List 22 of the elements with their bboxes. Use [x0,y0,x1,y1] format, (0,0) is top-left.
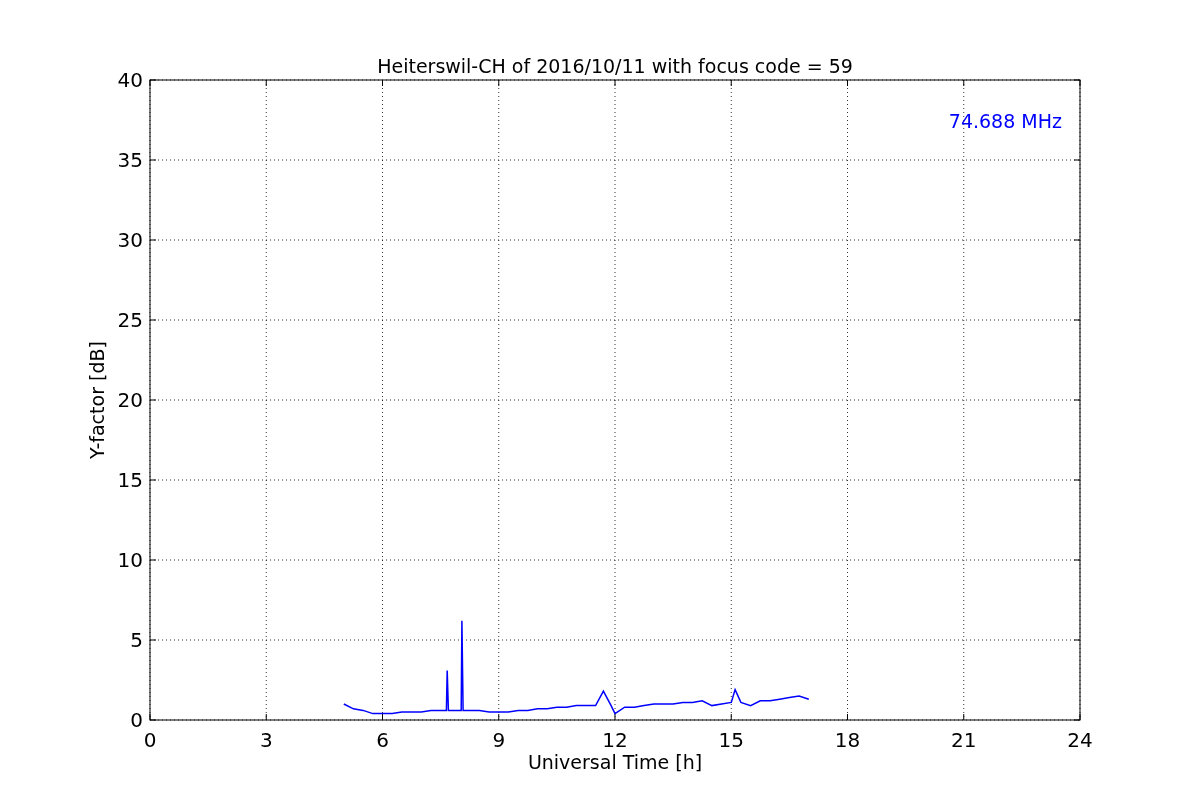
y-tick-label: 0 [130,708,143,732]
y-tick-label: 20 [117,388,143,412]
x-tick-label: 15 [718,728,744,752]
y-tick-label: 15 [117,468,143,492]
x-tick-label: 24 [1067,728,1093,752]
x-tick-label: 6 [376,728,389,752]
y-tick-label: 10 [117,548,143,572]
x-tick-label: 18 [834,728,861,752]
x-tick-label: 9 [492,728,506,752]
chart-title: Heiterswil-CH of 2016/10/11 with focus code = 59 [377,55,853,77]
y-tick-label: 40 [117,68,143,92]
y-tick-label: 30 [117,228,143,252]
y-tick-label: 5 [130,628,143,652]
x-axis-title: Universal Time [h] [527,751,703,773]
y-axis-title: Y-factor [dB] [86,341,108,459]
x-tick-label: 21 [951,728,977,752]
x-tick-label: 3 [259,728,273,752]
x-tick-label: 0 [143,728,157,752]
y-tick-label: 25 [117,308,143,332]
y-tick-label: 35 [117,148,143,172]
frequency-label: 74.688 MHz [948,110,1062,132]
x-tick-label: 12 [602,728,628,752]
